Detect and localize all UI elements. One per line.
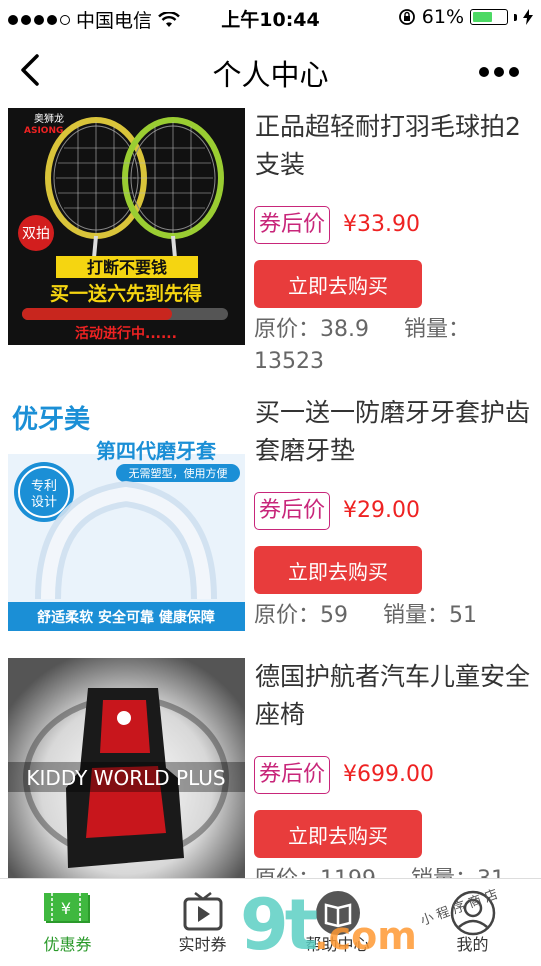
battery-tip (514, 13, 517, 21)
product-image-racket[interactable]: 奥狮龙 ASIONG 双拍 打断不要钱 买一送六先到先得 活动进行中...... (8, 108, 245, 345)
svg-text:专利: 专利 (31, 479, 57, 494)
racket-banner3: 活动进行中...... (75, 325, 177, 342)
product-title[interactable]: 德国护航者汽车儿童安全座椅 (255, 658, 533, 734)
sales-label: 销量： (404, 317, 471, 342)
racket-banner2: 买一送六先到先得 (50, 282, 202, 305)
sales-label: 销量： (411, 867, 477, 878)
racket-badge: 双拍 (22, 226, 50, 242)
mouthguard-footer: 舒适柔软 安全可靠 健康保障 (37, 609, 215, 626)
racket-banner1: 打断不要钱 (87, 258, 167, 277)
coupon-price: ¥29.00 (343, 498, 420, 523)
original-price-value: 59 (320, 603, 349, 628)
carseat-image: KIDDY WORLD PLUS (8, 658, 245, 878)
watermark-logo: 9t.com (240, 884, 417, 966)
original-price: 原价：38.9 (254, 317, 383, 342)
original-price-value: 1199 (320, 867, 376, 878)
svg-text:设计: 设计 (31, 495, 57, 510)
sales-value: 31 (477, 867, 505, 878)
mouthguard-headline: 第四代磨牙套 (96, 439, 216, 463)
product-meta: 原价：59 销量：51 (254, 600, 534, 632)
buy-now-button[interactable]: 立即去购买 (254, 546, 422, 594)
nav-bar: 个人中心 (0, 40, 541, 102)
sales: 销量：31 (411, 867, 519, 878)
product-list[interactable]: 奥狮龙 ASIONG 双拍 打断不要钱 买一送六先到先得 活动进行中......… (0, 104, 541, 878)
more-options-icon[interactable] (479, 67, 519, 77)
product-card[interactable]: KIDDY WORLD PLUS 德国护航者汽车儿童安全座椅 券后价 ¥699.… (0, 654, 541, 878)
watermark-main: 9t (240, 884, 318, 966)
svg-text:¥: ¥ (60, 899, 70, 918)
mouthguard-sub: 无需塑型，使用方便 (129, 466, 228, 480)
sales-value: 51 (449, 603, 478, 628)
original-price-label: 原价： (254, 867, 320, 878)
mouthguard-brand: 优牙美 (12, 404, 90, 435)
play-icon (183, 892, 222, 931)
racket-image: 奥狮龙 ASIONG 双拍 打断不要钱 买一送六先到先得 活动进行中...... (8, 108, 245, 345)
product-card[interactable]: 优牙美 第四代磨牙套 无需塑型，使用方便 专利 设计 舒适柔软 安全可靠 健康保… (0, 390, 541, 650)
tab-label: 优惠券 (43, 935, 92, 954)
sales-label: 销量： (383, 603, 450, 628)
product-image-mouthguard[interactable]: 优牙美 第四代磨牙套 无需塑型，使用方便 专利 设计 舒适柔软 安全可靠 健康保… (8, 394, 245, 631)
coupon-badge: 券后价 (254, 756, 331, 794)
original-price-value: 38.9 (320, 317, 369, 342)
coupon-icon: ¥ (43, 893, 90, 923)
original-price: 原价：59 (254, 603, 362, 628)
product-meta: 原价：1199 销量：31 (254, 864, 534, 878)
status-bar: 中国电信 上午10:44 61% (0, 0, 541, 36)
coupon-badge: 券后价 (254, 206, 331, 244)
carseat-overlay: KIDDY WORLD PLUS (26, 766, 225, 790)
watermark-suffix: .com (314, 914, 417, 958)
buy-now-button[interactable]: 立即去购买 (254, 260, 422, 308)
product-title[interactable]: 正品超轻耐打羽毛球拍2支装 (255, 108, 533, 184)
racket-brand-en: ASIONG (24, 126, 63, 136)
tab-label: 我的 (456, 935, 489, 954)
sales-value: 13523 (254, 349, 324, 374)
coupon-price: ¥699.00 (343, 762, 434, 787)
product-meta: 原价：38.9 销量： 13523 (254, 314, 534, 378)
product-title[interactable]: 买一送一防磨牙牙套护齿套磨牙垫 (255, 394, 533, 470)
battery-percent: 61% (421, 6, 464, 28)
status-right: 61% (398, 6, 533, 28)
battery-icon (470, 9, 508, 25)
product-card[interactable]: 奥狮龙 ASIONG 双拍 打断不要钱 买一送六先到先得 活动进行中......… (0, 104, 541, 374)
buy-now-button[interactable]: 立即去购买 (254, 810, 422, 858)
rotation-lock-icon (398, 9, 415, 25)
tab-coupons[interactable]: ¥ 优惠券 (0, 879, 135, 961)
coupon-badge: 券后价 (254, 492, 331, 530)
original-price-label: 原价： (254, 317, 321, 342)
original-price: 原价：1199 (254, 867, 390, 878)
racket-brand: 奥狮龙 (34, 112, 64, 125)
sales: 销量：51 (383, 603, 491, 628)
mouthguard-image: 优牙美 第四代磨牙套 无需塑型，使用方便 专利 设计 舒适柔软 安全可靠 健康保… (8, 394, 245, 631)
product-image-carseat[interactable]: KIDDY WORLD PLUS (8, 658, 245, 878)
charging-icon (523, 9, 533, 25)
page-title: 个人中心 (212, 58, 329, 92)
original-price-label: 原价： (254, 603, 321, 628)
coupon-price: ¥33.90 (343, 212, 420, 237)
